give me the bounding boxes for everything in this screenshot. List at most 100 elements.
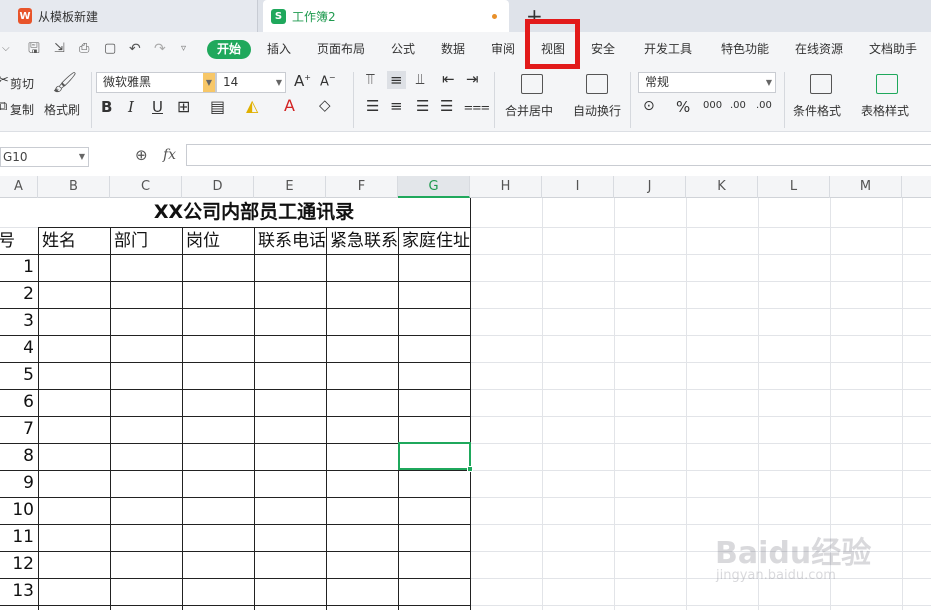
column-header[interactable]: H — [470, 176, 542, 198]
thousands-separator-icon[interactable]: 000 — [703, 100, 722, 111]
row-number-cell[interactable]: 3 — [0, 308, 36, 335]
underline-button[interactable]: U — [152, 98, 163, 116]
table-style-button[interactable]: 表格样式 — [861, 102, 909, 119]
copy-button[interactable]: 复制 — [10, 101, 34, 118]
increase-decimal-icon[interactable]: .00 — [730, 100, 746, 111]
header-cell-name[interactable]: 姓名 — [40, 228, 110, 254]
row-number-cell[interactable]: 9 — [0, 470, 36, 497]
align-center-icon[interactable]: ≡ — [390, 97, 403, 115]
row-number-cell[interactable]: 13 — [0, 578, 36, 605]
column-header[interactable]: D — [182, 176, 254, 198]
align-top-icon[interactable]: ⫪ — [366, 70, 374, 88]
tab-workbook2[interactable]: S 工作簿2 — [263, 0, 509, 32]
justify-icon[interactable]: ☰ — [440, 97, 453, 115]
column-header[interactable]: L — [758, 176, 830, 198]
row-number-cell[interactable]: 10 — [0, 497, 36, 524]
gridline — [614, 198, 615, 610]
column-header[interactable]: I — [542, 176, 614, 198]
conditional-format-button[interactable]: 条件格式 — [793, 102, 841, 119]
column-header[interactable]: K — [686, 176, 758, 198]
row-number-cell[interactable]: 1 — [0, 254, 36, 281]
font-name-select[interactable]: 微软雅黑 ▼ — [96, 72, 216, 93]
decrease-indent-icon[interactable]: ⇤ — [442, 70, 455, 88]
align-middle-icon[interactable]: ≡ — [387, 71, 406, 89]
column-header[interactable]: B — [38, 176, 110, 198]
percent-icon[interactable]: % — [676, 98, 690, 116]
header-cell-address[interactable]: 家庭住址 — [400, 228, 490, 254]
fill-color-icon[interactable]: ◭ — [246, 96, 258, 115]
currency-icon[interactable]: ⊙ — [643, 98, 655, 114]
quick-access-more-icon[interactable]: ▿ — [181, 32, 186, 66]
font-color-icon[interactable]: A — [284, 96, 295, 115]
row-number-cell[interactable]: 11 — [0, 524, 36, 551]
menu-data[interactable]: 数据 — [441, 32, 465, 66]
undo-icon[interactable]: ↶ — [129, 32, 141, 66]
merge-center-button[interactable]: 合并居中 — [505, 102, 553, 119]
tab-new-from-template[interactable]: W 从模板新建 — [0, 0, 258, 32]
format-painter-button[interactable]: 格式刷 — [44, 101, 80, 118]
menu-document-assistant[interactable]: 文档助手 — [869, 32, 917, 66]
redo-icon[interactable]: ↷ — [154, 32, 166, 66]
header-cell-emergency-contact[interactable]: 紧急联系人 — [328, 228, 398, 254]
formula-input[interactable] — [186, 144, 931, 166]
menu-formulas[interactable]: 公式 — [391, 32, 415, 66]
menu-security[interactable]: 安全 — [591, 32, 615, 66]
menu-developer[interactable]: 开发工具 — [644, 32, 692, 66]
column-header[interactable]: A — [0, 176, 38, 198]
borders-icon[interactable]: ⊞ — [177, 97, 190, 116]
table-border — [0, 254, 471, 255]
clear-format-icon[interactable]: ◇ — [319, 96, 331, 114]
cut-button[interactable]: 剪切 — [10, 75, 34, 92]
selected-cell[interactable] — [398, 442, 473, 472]
row-number-cell[interactable]: 6 — [0, 389, 36, 416]
zoom-search-icon[interactable]: ⊕ — [135, 146, 148, 164]
menu-special-features[interactable]: 特色功能 — [721, 32, 769, 66]
menu-online-resources[interactable]: 在线资源 — [795, 32, 843, 66]
header-cell-no[interactable]: 号 — [0, 228, 36, 254]
increase-indent-icon[interactable]: ⇥ — [466, 70, 479, 88]
wrap-text-button[interactable]: 自动换行 — [573, 102, 621, 119]
save-icon[interactable]: 🖫 — [28, 32, 40, 66]
chevron-down-icon[interactable]: ⌵ — [2, 32, 10, 66]
menu-review[interactable]: 审阅 — [491, 32, 515, 66]
column-header[interactable]: M — [830, 176, 902, 198]
menu-page-layout[interactable]: 页面布局 — [317, 32, 365, 66]
column-header[interactable]: E — [254, 176, 326, 198]
header-cell-department[interactable]: 部门 — [112, 228, 182, 254]
font-size-select[interactable]: 14 ▼ — [216, 72, 286, 93]
header-cell-phone[interactable]: 联系电话 — [256, 228, 326, 254]
column-header-selected[interactable]: G — [398, 176, 470, 198]
number-format-select[interactable]: 常规 ▼ — [638, 72, 776, 93]
column-header[interactable]: J — [614, 176, 686, 198]
column-header[interactable]: F — [326, 176, 398, 198]
fill-handle[interactable] — [467, 466, 473, 472]
row-number-cell[interactable]: 5 — [0, 362, 36, 389]
name-box[interactable]: G10 ▼ — [0, 147, 89, 167]
chevron-down-icon: ▼ — [275, 78, 283, 87]
cell-style-icon[interactable]: ▤ — [210, 97, 225, 116]
print-preview-icon[interactable]: ▢ — [104, 32, 116, 66]
row-number-cell[interactable]: 4 — [0, 335, 36, 362]
align-bottom-icon[interactable]: ⫫ — [416, 70, 424, 88]
export-icon[interactable]: ⇲ — [54, 32, 65, 66]
table-border — [0, 281, 471, 282]
row-number-cell[interactable]: 8 — [0, 443, 36, 470]
spreadsheet-grid[interactable]: XX公司内部员工通讯录 号 姓名 部门 岗位 联系电话 紧急联系人 家庭住址 1… — [0, 198, 931, 610]
print-icon[interactable]: ⎙ — [79, 32, 89, 66]
increase-font-icon[interactable]: A+ — [294, 72, 311, 90]
decrease-font-icon[interactable]: A− — [320, 73, 336, 89]
italic-button[interactable]: I — [128, 98, 134, 116]
menu-insert[interactable]: 插入 — [267, 32, 291, 66]
menu-home[interactable]: 开始 — [207, 40, 252, 59]
row-number-cell[interactable]: 2 — [0, 281, 36, 308]
align-left-icon[interactable]: ☰ — [366, 97, 379, 115]
insert-function-button[interactable]: fx — [163, 147, 176, 163]
decrease-decimal-icon[interactable]: .00 — [756, 100, 772, 111]
row-number-cell[interactable]: 12 — [0, 551, 36, 578]
align-right-icon[interactable]: ☰ — [416, 97, 429, 115]
row-number-cell[interactable]: 7 — [0, 416, 36, 443]
distributed-align-icon[interactable]: ⩶ — [464, 97, 490, 115]
header-cell-position[interactable]: 岗位 — [184, 228, 254, 254]
bold-button[interactable]: B — [101, 98, 112, 116]
column-header[interactable]: C — [110, 176, 182, 198]
